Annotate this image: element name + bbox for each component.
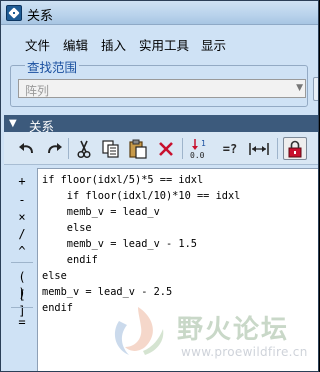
menu-edit[interactable]: 编辑 [63,35,88,54]
app-icon [6,5,22,21]
relations-window: 关系 文件 编辑 插入 实用工具 显示 查找范围 阵列 ▼ ▼ 关系 1 0.0… [0,0,319,372]
paste-icon[interactable] [126,137,150,160]
copy-icon[interactable] [99,137,123,160]
code-line: endif [42,302,73,314]
operator-brackets[interactable]: [ ] [12,287,32,318]
menu-utilities[interactable]: 实用工具 [139,35,189,54]
delete-icon[interactable] [154,137,178,160]
toolbar-separator [68,138,69,159]
evaluate-icon[interactable]: =? [218,137,242,160]
relations-section-header[interactable]: ▼ 关系 [4,115,318,134]
chevron-down-icon[interactable]: ▼ [296,83,303,93]
sort-digit-bottom: 0.0 [190,151,205,160]
operator-minus[interactable]: - [12,192,32,208]
sort-relations-icon[interactable]: 1 0.0 [188,137,212,160]
menu-insert[interactable]: 插入 [101,35,126,54]
undo-icon[interactable] [15,137,39,160]
operator-separator [11,262,33,263]
operator-palette: + - × / ^ ( ) [ ] = [8,168,36,334]
search-side-button[interactable] [313,77,318,101]
operator-separator [11,307,33,308]
watermark-logo [114,307,164,355]
watermark-url: www.proewildfire.cn [181,345,308,359]
menu-file[interactable]: 文件 [25,35,50,54]
sort-digit-top: 1 [201,139,206,148]
search-scope-value: 阵列 [25,84,50,98]
operator-plus[interactable]: + [12,173,32,189]
relations-toolbar: 1 0.0 =? [4,132,318,165]
title-bar: 关系 [1,1,318,25]
toolbar-separator [277,138,278,159]
code-line: endif [42,254,98,266]
operator-power[interactable]: ^ [12,243,32,259]
operator-multiply[interactable]: × [12,209,32,225]
code-line: else [42,270,67,282]
code-line: if floor(idxl/10)*10 == idxl [42,190,241,202]
code-line: if floor(idxl/5)*5 == idxl [42,174,204,186]
lock-parameter-icon[interactable] [283,137,307,160]
code-line: memb_v = lead_v - 2.5 [42,286,173,298]
window-title: 关系 [27,9,54,24]
code-line: else [42,222,92,234]
watermark-text: 野火论坛 [177,315,290,345]
toolbar-separator [182,138,183,159]
redo-icon[interactable] [42,137,66,160]
measure-icon[interactable] [247,137,271,160]
operator-divide[interactable]: / [12,226,32,242]
evaluate-label: =? [222,141,238,156]
operator-equals[interactable]: = [12,314,32,330]
menu-display[interactable]: 显示 [201,35,226,54]
code-line: memb_v = lead_v - 1.5 [42,238,197,250]
search-scope-select[interactable]: 阵列 ▼ [18,79,306,98]
menu-bar: 文件 编辑 插入 实用工具 显示 [1,35,318,55]
operator-parentheses[interactable]: ( ) [12,269,32,300]
collapse-triangle-icon[interactable]: ▼ [9,118,17,129]
cut-icon[interactable] [72,137,96,160]
code-line: memb_v = lead_v [42,206,160,218]
search-group-title: 查找范围 [25,57,80,76]
